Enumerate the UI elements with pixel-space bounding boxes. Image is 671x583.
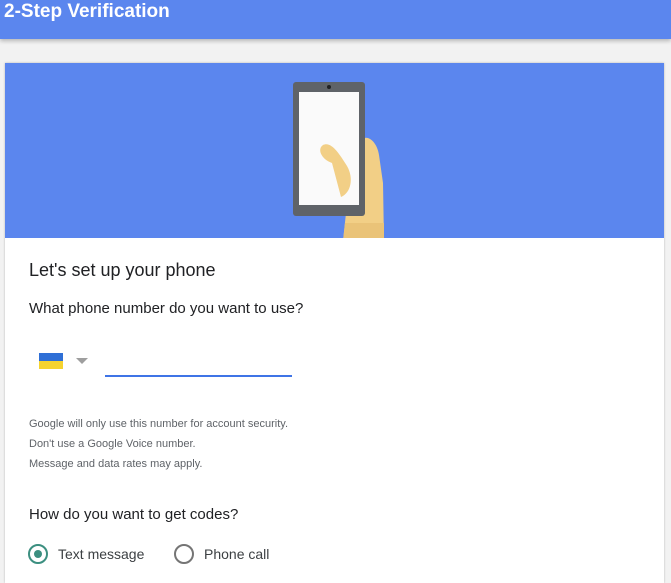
hand-holding-phone-illustration — [293, 82, 384, 238]
codes-method-question: How do you want to get codes? — [29, 506, 239, 523]
security-note: Google will only use this number for acc… — [29, 418, 289, 430]
app-header: 2-Step Verification — [0, 0, 671, 39]
rates-note: Message and data rates may apply. — [29, 458, 203, 470]
phone-call-radio[interactable]: Phone call — [174, 544, 284, 566]
page-title: 2-Step Verification — [4, 1, 170, 22]
hero-banner — [5, 63, 664, 238]
ukraine-flag-icon — [39, 353, 63, 369]
radio-checked-icon — [28, 544, 48, 564]
setup-card: Let's set up your phone What phone numbe… — [5, 63, 664, 583]
phone-number-question: What phone number do you want to use? — [29, 300, 304, 317]
setup-heading: Let's set up your phone — [29, 260, 216, 280]
voice-number-note: Don't use a Google Voice number. — [29, 438, 196, 450]
text-message-radio[interactable]: Text message — [28, 544, 158, 566]
text-message-label: Text message — [58, 546, 145, 562]
caret-down-icon — [76, 358, 88, 364]
phone-call-label: Phone call — [204, 546, 270, 562]
phone-number-input[interactable] — [105, 351, 292, 377]
country-select[interactable] — [39, 353, 89, 369]
radio-unchecked-icon — [174, 544, 194, 564]
